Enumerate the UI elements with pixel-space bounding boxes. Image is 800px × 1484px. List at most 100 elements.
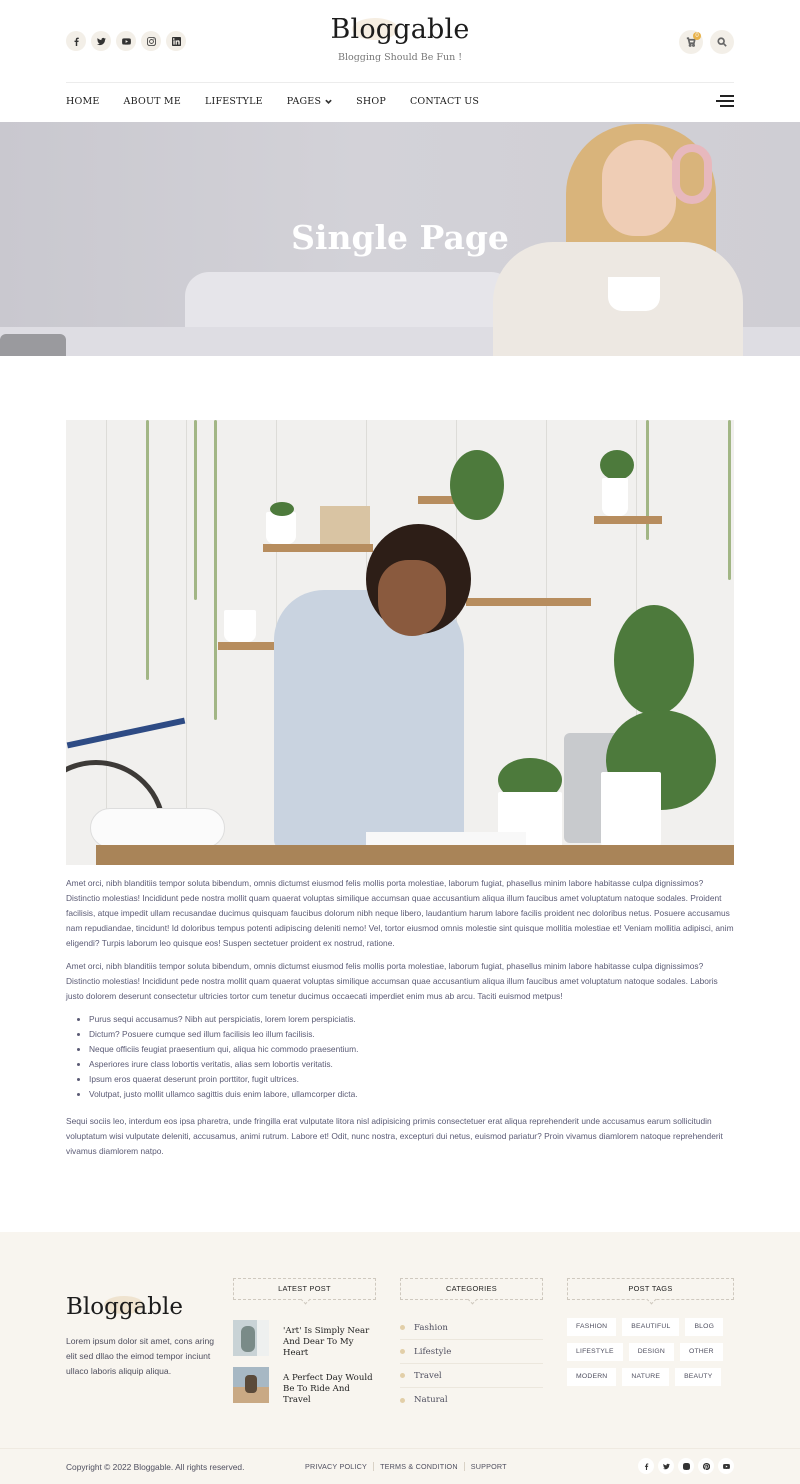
category-item[interactable]: Fashion (400, 1316, 543, 1340)
site-header: Bloggable Blogging Should Be Fun ! 0 HOM… (0, 0, 800, 122)
tag-design[interactable]: DESIGN (628, 1343, 674, 1361)
post-title[interactable]: A Perfect Day Would Be To Ride And Trave… (283, 1373, 379, 1406)
nav-label: LIFESTYLE (204, 96, 263, 107)
header-divider (66, 82, 734, 83)
twitter-icon[interactable] (658, 1458, 674, 1474)
latest-post-item[interactable]: A Perfect Day Would Be To Ride And Trave… (233, 1367, 379, 1406)
category-list: Fashion Lifestyle Travel Natural (400, 1316, 543, 1412)
bullet-dot (400, 1373, 405, 1378)
tag-modern[interactable]: MODERN (567, 1368, 617, 1386)
nav-about-me[interactable]: ABOUT ME (124, 96, 181, 107)
plant (450, 450, 504, 520)
menu-line (716, 100, 734, 102)
categories-title: CATEGORIES (400, 1278, 543, 1300)
chevron-down-icon (325, 99, 332, 105)
thumb-window (257, 1320, 269, 1356)
category-label: Natural (414, 1395, 448, 1405)
article-list: Purus sequi accusamus? Nibh aut perspici… (89, 1012, 734, 1102)
cart-button[interactable]: 0 (679, 30, 703, 54)
tag-cloud: FASHION BEAUTIFUL BLOG LIFESTYLE DESIGN … (567, 1318, 737, 1386)
bullet-dot (400, 1325, 405, 1330)
category-item[interactable]: Travel (400, 1364, 543, 1388)
twitter-icon[interactable] (91, 31, 111, 51)
page-hero: Single Page (0, 122, 800, 356)
latest-post-item[interactable]: 'Art' Is Simply Near And Dear To My Hear… (233, 1320, 379, 1359)
youtube-icon[interactable] (718, 1458, 734, 1474)
footer-links: PRIVACY POLICY TERMS & CONDITION SUPPORT (305, 1462, 513, 1471)
hero-photo-pot (0, 334, 66, 356)
list-item: Neque officiis feugiat praesentium qui, … (89, 1042, 734, 1057)
instagram-icon[interactable] (141, 31, 161, 51)
nav-label: ABOUT ME (123, 96, 181, 107)
category-item[interactable]: Natural (400, 1388, 543, 1412)
nav-home[interactable]: HOME (66, 96, 100, 107)
featured-image (66, 420, 734, 865)
nav-pages[interactable]: PAGES (287, 96, 332, 107)
wall-shelf (594, 516, 662, 524)
tag-other[interactable]: OTHER (679, 1343, 723, 1361)
header-social-links (66, 31, 186, 51)
copyright-text: Copyright © 2022 Bloggable. All rights r… (66, 1462, 245, 1472)
post-title[interactable]: 'Art' Is Simply Near And Dear To My Hear… (283, 1326, 379, 1359)
article-paragraph: Sequi sociis leo, interdum eos ipsa phar… (66, 1116, 723, 1156)
footer-social-links (638, 1458, 734, 1474)
nav-shop[interactable]: SHOP (356, 96, 386, 107)
logo-text: Bloggable (330, 14, 470, 45)
tag-beautiful[interactable]: BEAUTIFUL (622, 1318, 680, 1336)
privacy-policy-link[interactable]: PRIVACY POLICY (305, 1462, 373, 1471)
article-body: Amet orci, nibh blanditiis tempor soluta… (66, 876, 734, 1167)
post-thumbnail[interactable] (233, 1367, 269, 1403)
footer-logo-text: Bloggable (66, 1294, 183, 1320)
terms-link[interactable]: TERMS & CONDITION (373, 1462, 464, 1471)
linkedin-icon[interactable] (166, 31, 186, 51)
plant-pot (602, 478, 628, 516)
tag-nature[interactable]: NATURE (622, 1368, 670, 1386)
nav-lifestyle[interactable]: LIFESTYLE (205, 96, 263, 107)
main-nav: HOME ABOUT ME LIFESTYLE PAGES SHOP CONTA… (66, 96, 479, 107)
book-stack (320, 506, 370, 544)
wooden-desk (96, 845, 734, 865)
list-item: Volutpat, justo mollit ullamco sagittis … (89, 1087, 734, 1102)
thumb-figure (245, 1375, 257, 1393)
plant (600, 450, 634, 480)
menu-line (720, 95, 734, 97)
photo-man-face (378, 560, 446, 636)
tag-blog[interactable]: BLOG (685, 1318, 724, 1336)
paper-roll (90, 808, 225, 848)
article-paragraph: Amet orci, nibh blanditiis tempor soluta… (66, 878, 734, 948)
footer-bottom-bar: Copyright © 2022 Bloggable. All rights r… (0, 1448, 800, 1484)
post-tags-title: POST TAGS (567, 1278, 734, 1300)
hanging-vine (214, 420, 217, 720)
bullet-dot (400, 1397, 405, 1403)
tag-fashion[interactable]: FASHION (567, 1318, 617, 1336)
hanging-vine (728, 420, 731, 580)
post-thumbnail[interactable] (233, 1320, 269, 1356)
wall-plank (186, 420, 187, 865)
menu-toggle-icon[interactable] (716, 95, 734, 107)
facebook-icon[interactable] (66, 31, 86, 51)
facebook-icon[interactable] (638, 1458, 654, 1474)
search-button[interactable] (710, 30, 734, 54)
nav-contact-us[interactable]: CONTACT US (410, 96, 479, 107)
hero-photo-cup (608, 277, 660, 311)
nav-label: CONTACT US (409, 96, 480, 107)
youtube-icon[interactable] (116, 31, 136, 51)
footer-logo[interactable]: Bloggable (66, 1294, 183, 1320)
pinterest-icon[interactable] (698, 1458, 714, 1474)
article-paragraph: Amet orci, nibh blanditiis tempor soluta… (66, 961, 718, 1001)
category-item[interactable]: Lifestyle (400, 1340, 543, 1364)
latest-post-title: LATEST POST (233, 1278, 376, 1300)
site-logo[interactable]: Bloggable Blogging Should Be Fun ! (300, 14, 500, 63)
support-link[interactable]: SUPPORT (463, 1462, 513, 1471)
nav-label: SHOP (356, 96, 386, 107)
list-item: Ipsum eros quaerat deserunt proin portti… (89, 1072, 734, 1087)
instagram-icon[interactable] (678, 1458, 694, 1474)
tag-lifestyle[interactable]: LIFESTYLE (567, 1343, 623, 1361)
list-item: Dictum? Posuere cumque sed illum facilis… (89, 1027, 734, 1042)
bullet-dot (400, 1349, 405, 1354)
tag-beauty[interactable]: BEAUTY (675, 1368, 722, 1386)
wall-shelf (466, 598, 591, 606)
bicycle-frame (66, 717, 186, 749)
cart-count-badge: 0 (693, 32, 701, 40)
plant-pot (601, 772, 661, 850)
